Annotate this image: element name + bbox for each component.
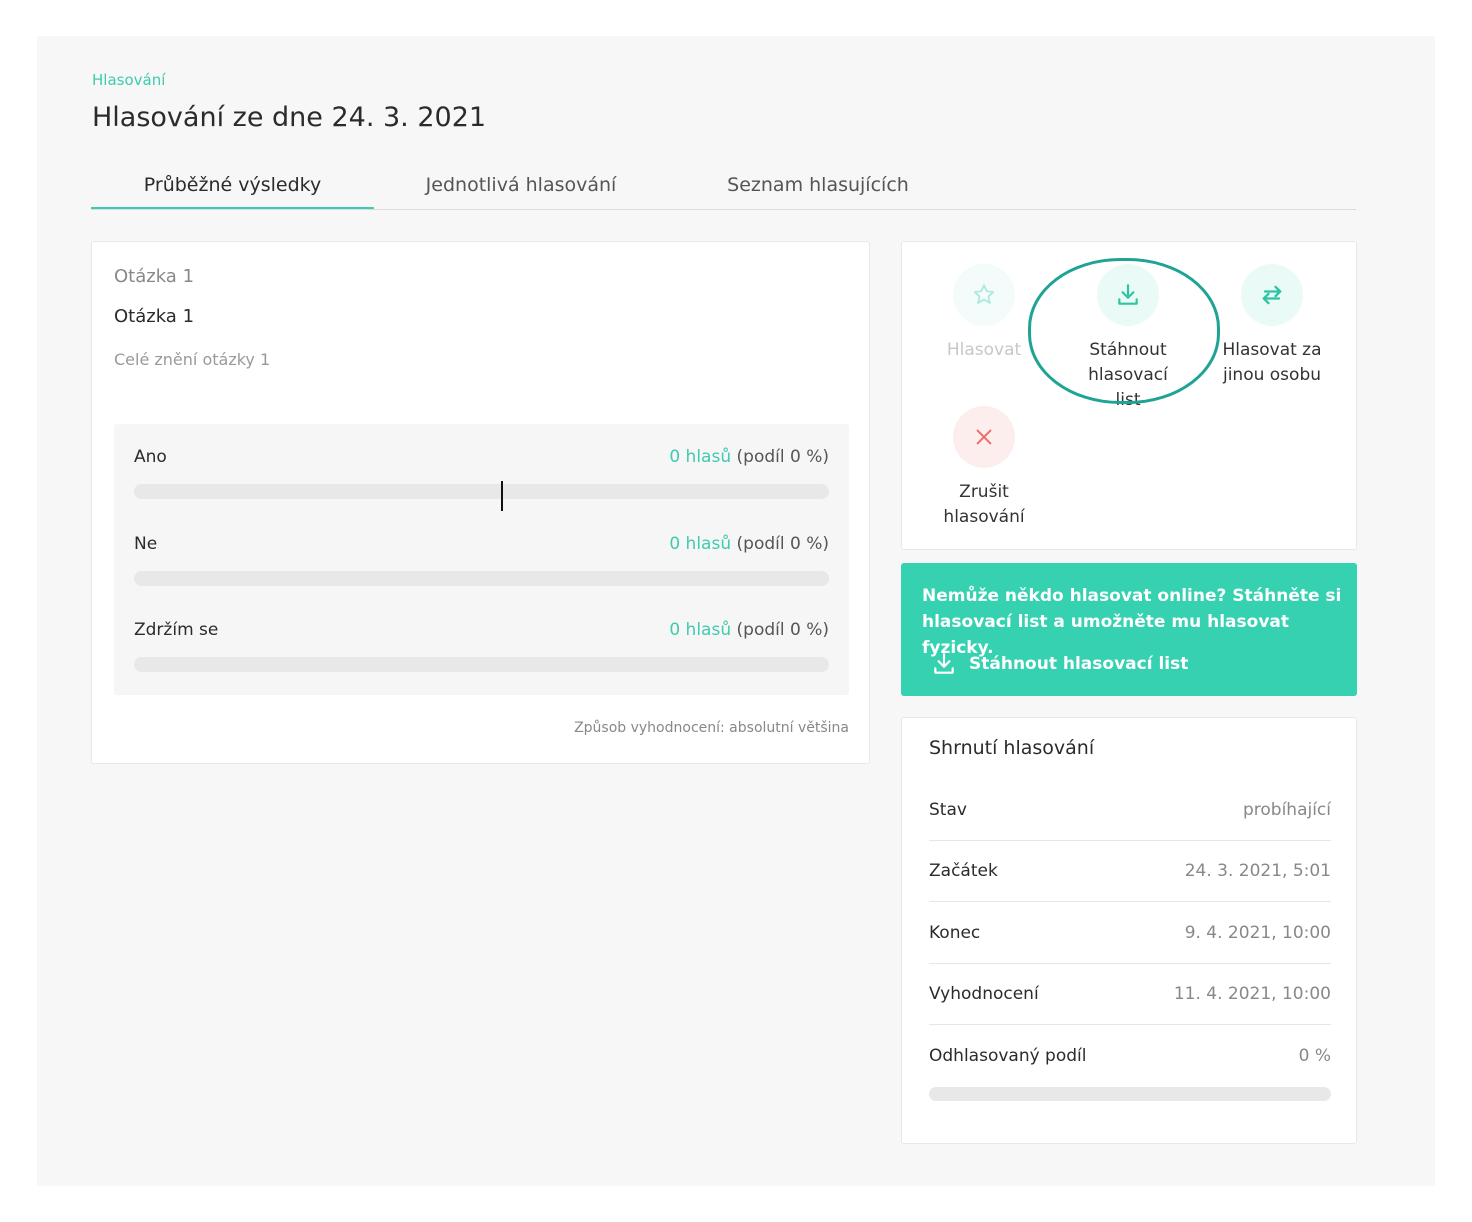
cancel-label-line1: Zrušit [959, 482, 1009, 502]
summary-key: Vyhodnocení [929, 984, 1039, 1004]
option-share: (podíl 0 %) [736, 534, 829, 554]
summary-key: Začátek [929, 861, 998, 881]
option-share: (podíl 0 %) [736, 620, 829, 640]
option-row: Ano 0 hlasů (podíl 0 %) [134, 447, 829, 511]
proxy-label-line2: jinou osobu [1222, 365, 1322, 385]
offline-voting-banner: Nemůže někdo hlasovat online? Stáhněte s… [901, 563, 1357, 696]
voted-share-bar [929, 1087, 1331, 1101]
option-votes: 0 hlasů (podíl 0 %) [669, 620, 829, 640]
tab-jednotliva-hlasovani[interactable]: Jednotlivá hlasování [401, 171, 641, 209]
download-icon [934, 653, 954, 674]
summary-row-odhlasovany-podil: Odhlasovaný podíl 0 % [929, 1026, 1331, 1087]
vote-label: Hlasovat [946, 340, 1022, 360]
option-name: Zdržím se [134, 620, 219, 640]
breadcrumb[interactable]: Hlasování [92, 71, 165, 89]
proxy-label: Hlasovat za jinou osobu [1217, 338, 1327, 388]
option-bar [134, 484, 829, 499]
question-card: Otázka 1 Otázka 1 Celé znění otázky 1 An… [91, 241, 870, 764]
option-votes-link[interactable]: 0 hlasů [669, 534, 731, 554]
page-title: Hlasování ze dne 24. 3. 2021 [92, 102, 487, 133]
proxy-icon-circle [1241, 264, 1303, 326]
question-description: Celé znění otázky 1 [114, 350, 271, 369]
summary-value: 0 % [1298, 1046, 1331, 1066]
star-icon [973, 284, 995, 304]
summary-key: Stav [929, 800, 967, 820]
option-name: Ne [134, 534, 158, 554]
summary-row-konec: Konec 9. 4. 2021, 10:00 [929, 903, 1331, 964]
question-label: Otázka 1 [114, 266, 195, 287]
option-row: Zdržím se 0 hlasů (podíl 0 %) [134, 620, 829, 680]
vote-button[interactable]: Hlasovat [929, 264, 1039, 363]
summary-value: probíhající [1242, 800, 1331, 820]
option-row: Ne 0 hlasů (podíl 0 %) [134, 534, 829, 594]
cancel-label: Zrušit hlasování [929, 480, 1039, 530]
tab-seznam-hlasujicich[interactable]: Seznam hlasujících [711, 171, 925, 209]
option-bar [134, 571, 829, 586]
summary-card: Shrnutí hlasování Stav probíhající Začát… [901, 717, 1357, 1144]
option-votes: 0 hlasů (podíl 0 %) [669, 447, 829, 467]
swap-arrows-icon [1262, 285, 1282, 305]
option-votes: 0 hlasů (podíl 0 %) [669, 534, 829, 554]
tab-bar: Průběžné výsledky Jednotlivá hlasování S… [91, 171, 1356, 210]
summary-row-stav: Stav probíhající [929, 780, 1331, 841]
download-ballot-button[interactable]: Stáhnout hlasovací list [1073, 264, 1183, 413]
banner-text: Nemůže někdo hlasovat online? Stáhněte s… [922, 586, 1342, 658]
close-icon [976, 429, 992, 445]
cancel-label-line2: hlasování [943, 507, 1025, 527]
question-title: Otázka 1 [114, 306, 195, 327]
proxy-label-line1: Hlasovat za [1222, 340, 1322, 360]
page-container: Hlasování Hlasování ze dne 24. 3. 2021 P… [37, 36, 1435, 1186]
summary-value: 11. 4. 2021, 10:00 [1173, 984, 1331, 1004]
download-label-line2: hlasovací list [1088, 365, 1168, 410]
download-icon-circle [1097, 264, 1159, 326]
option-votes-link[interactable]: 0 hlasů [669, 620, 731, 640]
download-label-line1: Stáhnout [1089, 340, 1167, 360]
proxy-vote-button[interactable]: Hlasovat za jinou osobu [1217, 264, 1327, 388]
evaluation-method: Způsob vyhodnocení: absolutní většina [574, 720, 849, 736]
summary-row-vyhodnoceni: Vyhodnocení 11. 4. 2021, 10:00 [929, 964, 1331, 1025]
option-bar [134, 657, 829, 672]
summary-key: Odhlasovaný podíl [929, 1046, 1087, 1066]
tab-prubezne-vysledky[interactable]: Průběžné výsledky [91, 171, 374, 209]
cancel-voting-button[interactable]: Zrušit hlasování [929, 406, 1039, 530]
option-share: (podíl 0 %) [736, 447, 829, 467]
vote-icon-circle [953, 264, 1015, 326]
text-cursor [501, 481, 503, 511]
option-votes-link[interactable]: 0 hlasů [669, 447, 731, 467]
banner-download-link[interactable]: Stáhnout hlasovací list [931, 651, 1188, 677]
banner-link-label: Stáhnout hlasovací list [969, 654, 1189, 674]
summary-title: Shrnutí hlasování [929, 737, 1095, 759]
option-name: Ano [134, 447, 167, 467]
results-panel: Ano 0 hlasů (podíl 0 %) Ne 0 hlasů (podí… [114, 424, 849, 695]
download-icon [1118, 284, 1138, 305]
actions-card: Hlasovat Stáhnout hlasovací list Hlasovat… [901, 241, 1357, 550]
download-label: Stáhnout hlasovací list [1073, 338, 1183, 413]
summary-key: Konec [929, 923, 981, 943]
summary-row-zacatek: Začátek 24. 3. 2021, 5:01 [929, 841, 1331, 902]
summary-value: 9. 4. 2021, 10:00 [1184, 923, 1331, 943]
summary-value: 24. 3. 2021, 5:01 [1184, 861, 1331, 881]
cancel-icon-circle [953, 406, 1015, 468]
